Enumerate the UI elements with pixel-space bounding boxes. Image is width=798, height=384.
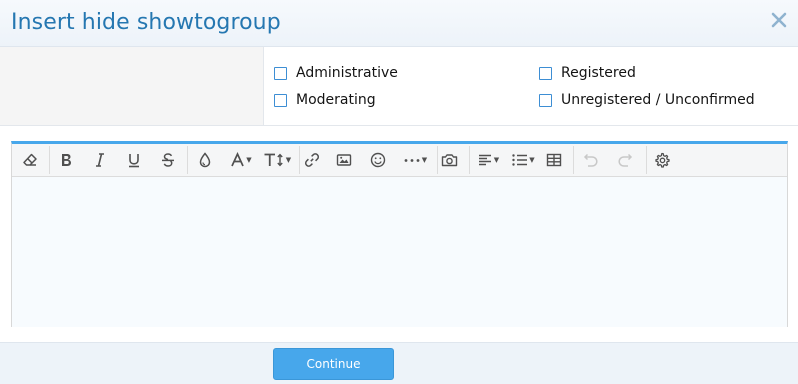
checkbox-box[interactable]	[274, 93, 287, 107]
close-icon[interactable]	[768, 11, 790, 33]
align-icon[interactable]: ▼	[471, 147, 505, 173]
checkbox-box[interactable]	[539, 66, 552, 80]
rich-text-editor: ▼ ▼ ▼ ▼ ▼	[11, 141, 788, 327]
chevron-down-icon: ▼	[246, 156, 252, 164]
strikethrough-icon[interactable]	[156, 147, 180, 173]
chevron-down-icon: ▼	[421, 156, 428, 164]
checkbox-label: Registered	[561, 65, 636, 81]
checkbox-registered[interactable]: Registered	[539, 64, 636, 82]
underline-icon[interactable]	[122, 147, 146, 173]
camera-icon[interactable]	[437, 147, 461, 173]
dialog-title: Insert hide showtogroup	[11, 10, 281, 35]
list-icon[interactable]: ▼	[506, 147, 540, 173]
dialog-footer: Continue	[0, 342, 798, 384]
link-icon[interactable]	[300, 147, 324, 173]
more-options-icon[interactable]: ▼	[398, 147, 432, 173]
redo-icon[interactable]	[613, 147, 637, 173]
checkbox-unregistered[interactable]: Unregistered / Unconfirmed	[539, 91, 755, 109]
editor-toolbar: ▼ ▼ ▼ ▼ ▼	[12, 144, 787, 177]
bold-icon[interactable]	[54, 147, 78, 173]
chevron-down-icon: ▼	[493, 156, 500, 164]
dialog-header: Insert hide showtogroup	[0, 0, 798, 47]
checkbox-administrative[interactable]: Administrative	[274, 64, 398, 82]
settings-icon[interactable]	[650, 147, 674, 173]
continue-button[interactable]: Continue	[273, 348, 394, 380]
chevron-down-icon: ▼	[529, 156, 535, 164]
font-family-icon[interactable]: ▼	[226, 147, 256, 173]
insert-hide-dialog: Insert hide showtogroup Administrative R…	[0, 0, 798, 384]
toolbar-separator	[49, 146, 50, 174]
checkbox-moderating[interactable]: Moderating	[274, 91, 376, 109]
undo-icon[interactable]	[579, 147, 603, 173]
smilie-icon[interactable]	[366, 147, 390, 173]
toolbar-separator	[646, 146, 647, 174]
italic-icon[interactable]	[88, 147, 112, 173]
toolbar-separator	[187, 146, 188, 174]
image-icon[interactable]	[332, 147, 356, 173]
group-options-row: Administrative Registered Moderating Unr…	[0, 47, 798, 126]
chevron-down-icon: ▼	[285, 156, 292, 164]
editor-content-area[interactable]	[12, 177, 787, 327]
checkbox-label: Unregistered / Unconfirmed	[561, 92, 755, 108]
toolbar-separator	[573, 146, 574, 174]
table-icon[interactable]	[542, 147, 566, 173]
text-color-icon[interactable]	[193, 147, 217, 173]
checkbox-box[interactable]	[539, 93, 552, 107]
options-label-cell	[0, 47, 264, 125]
eraser-icon[interactable]	[18, 147, 42, 173]
checkbox-box[interactable]	[274, 66, 287, 80]
font-size-icon[interactable]: ▼	[259, 147, 295, 173]
checkbox-label: Administrative	[296, 65, 398, 81]
toolbar-separator	[469, 146, 470, 174]
checkbox-label: Moderating	[296, 92, 376, 108]
